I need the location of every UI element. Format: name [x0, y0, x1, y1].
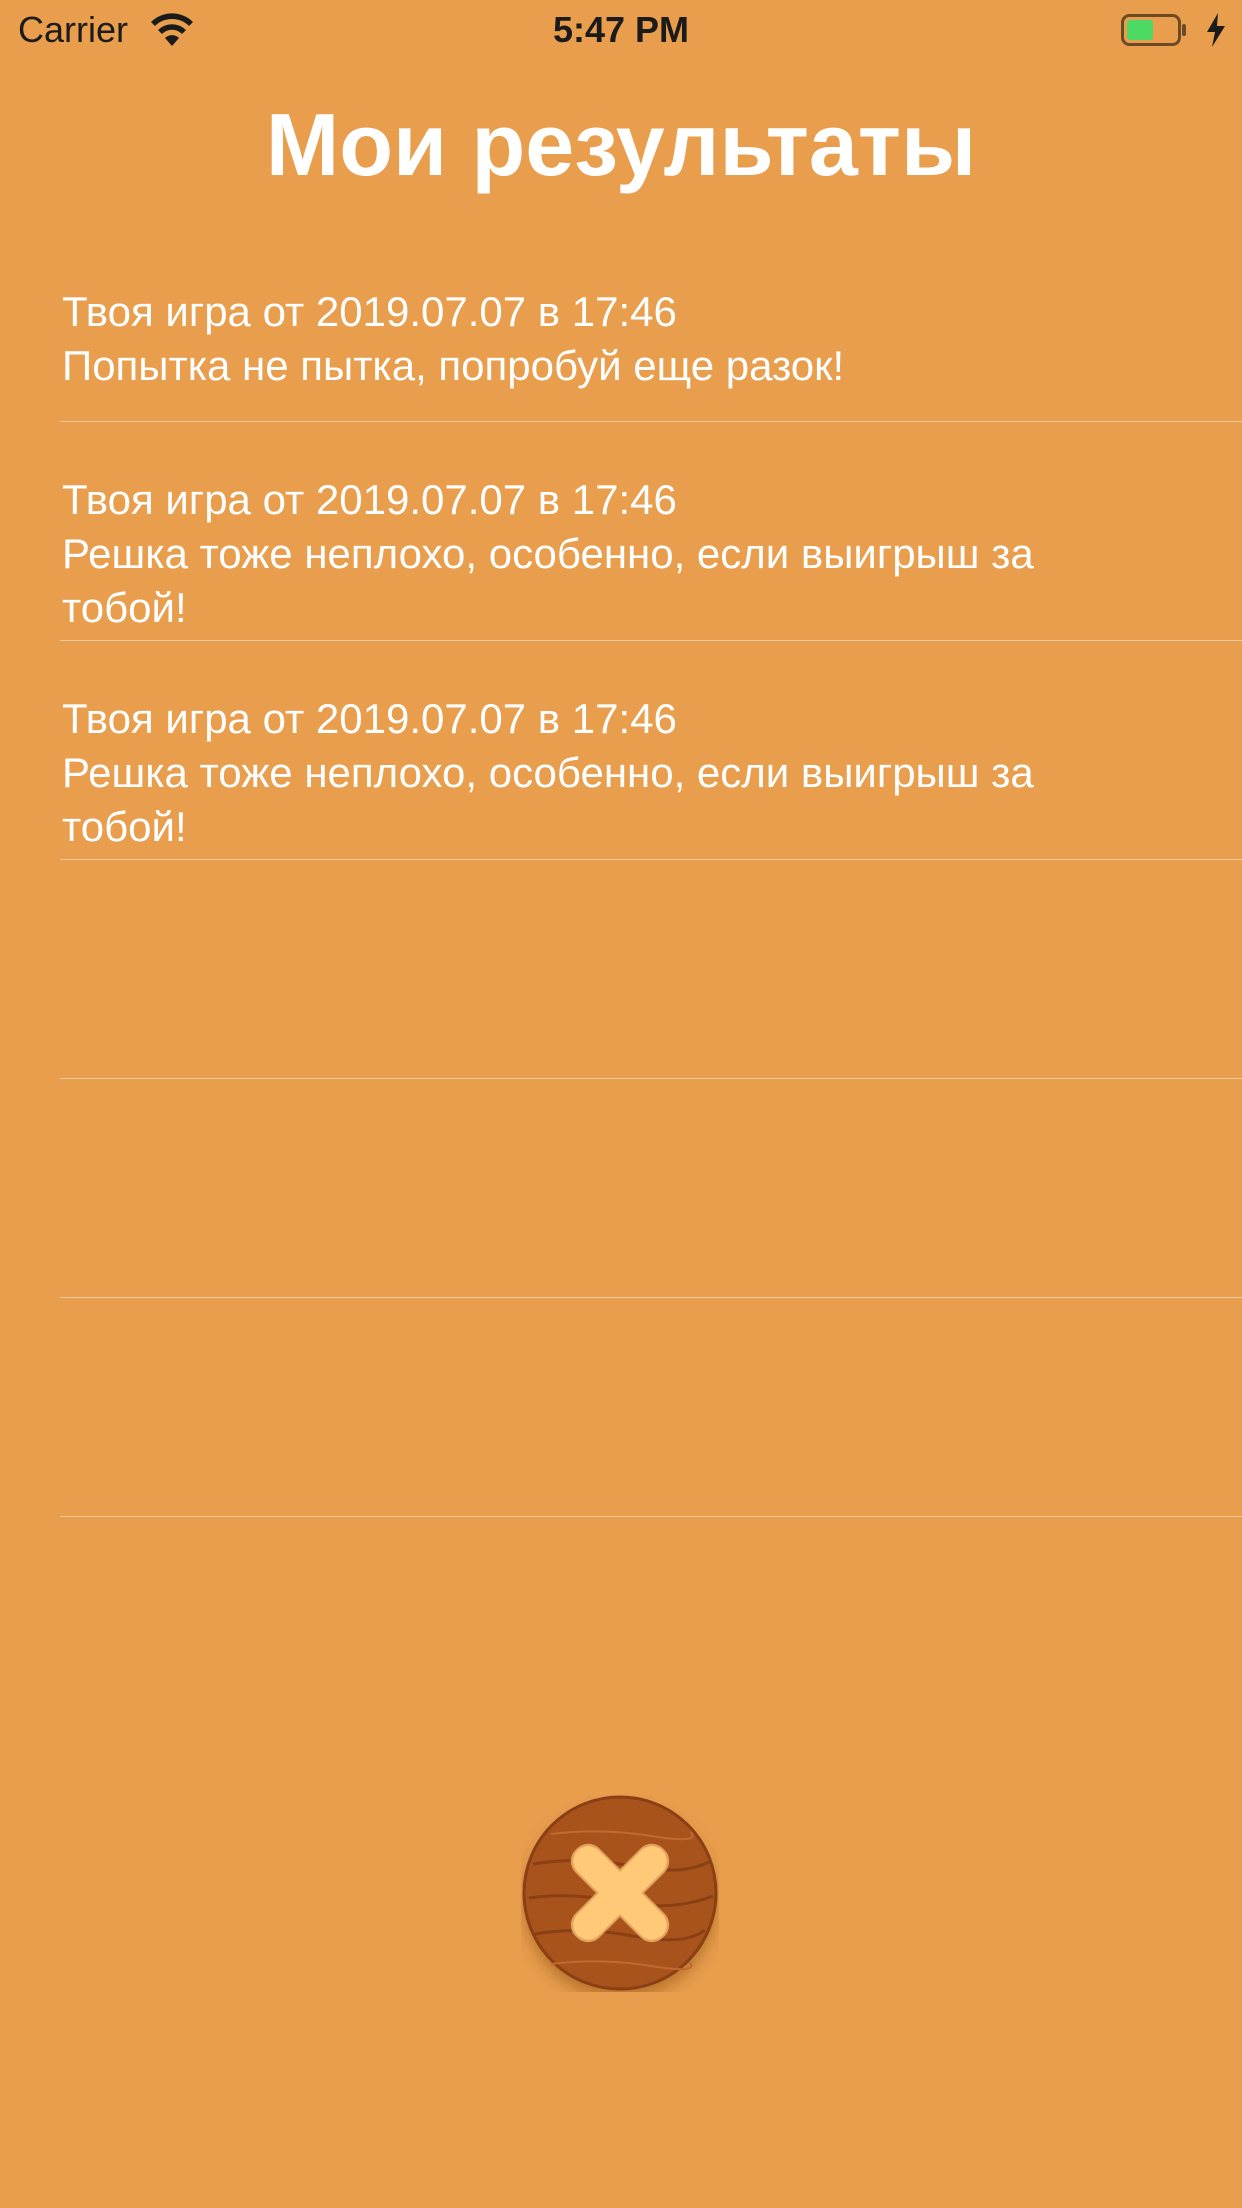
page-title: Мои результаты: [265, 95, 977, 194]
empty-list-row: [60, 860, 1242, 1079]
list-item[interactable]: Твоя игра от 2019.07.07 в 17:46 Решка то…: [60, 422, 1242, 641]
result-message: Решка тоже неплохо, особенно, если выигр…: [62, 530, 1034, 631]
result-date: Твоя игра от 2019.07.07 в 17:46: [62, 695, 677, 742]
list-item[interactable]: Твоя игра от 2019.07.07 в 17:46 Решка то…: [60, 641, 1242, 860]
close-icon: [522, 1795, 718, 1991]
empty-list-row: [60, 1079, 1242, 1298]
result-date: Твоя игра от 2019.07.07 в 17:46: [62, 288, 677, 335]
charging-bolt-icon: [1205, 12, 1227, 48]
result-message: Решка тоже неплохо, особенно, если выигр…: [62, 749, 1034, 850]
list-item[interactable]: Твоя игра от 2019.07.07 в 17:46 Попытка …: [60, 203, 1242, 422]
result-date: Твоя игра от 2019.07.07 в 17:46: [62, 476, 677, 523]
result-message: Попытка не пытка, попробуй еще разок!: [62, 342, 845, 389]
status-time: 5:47 PM: [552, 9, 690, 50]
battery-charging-icon: [1121, 14, 1187, 46]
results-list: Твоя игра от 2019.07.07 в 17:46 Попытка …: [60, 203, 1242, 1517]
status-bar: Carrier 5:47 PM: [0, 0, 1242, 60]
empty-list-row: [60, 1298, 1242, 1517]
close-button[interactable]: [521, 1794, 719, 1992]
